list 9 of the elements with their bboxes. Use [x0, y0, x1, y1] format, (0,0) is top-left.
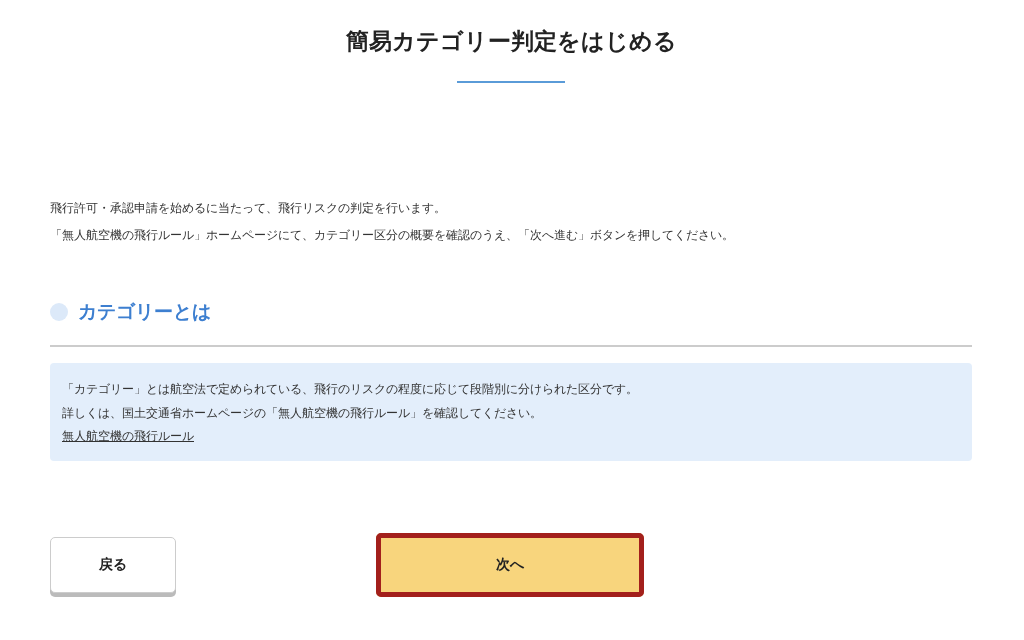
bullet-icon	[50, 303, 68, 321]
next-button[interactable]: 次へ	[376, 533, 644, 597]
intro-text: 「無人航空機の飛行ルール」ホームページにて、カテゴリー区分の概要を確認のうえ、「次へ進む」ボタンを押してください。	[50, 227, 735, 244]
page-title: 簡易カテゴリー判定をはじめる	[344, 27, 678, 56]
info-text: 「カテゴリー」とは航空法で定められている、飛行のリスクの程度に応じて段階別に分けられた区分です。	[62, 381, 639, 398]
rules-link[interactable]: 無人航空機の飛行ルール	[62, 429, 194, 443]
info-text: 詳しくは、国土交通省ホームページの「無人航空機の飛行ルール」を確認してください。	[62, 405, 543, 422]
intro-text: 飛行許可・承認申請を始めるに当たって、飛行リスクの判定を行います。	[50, 200, 447, 217]
section-heading: カテゴリーとは	[78, 299, 211, 324]
